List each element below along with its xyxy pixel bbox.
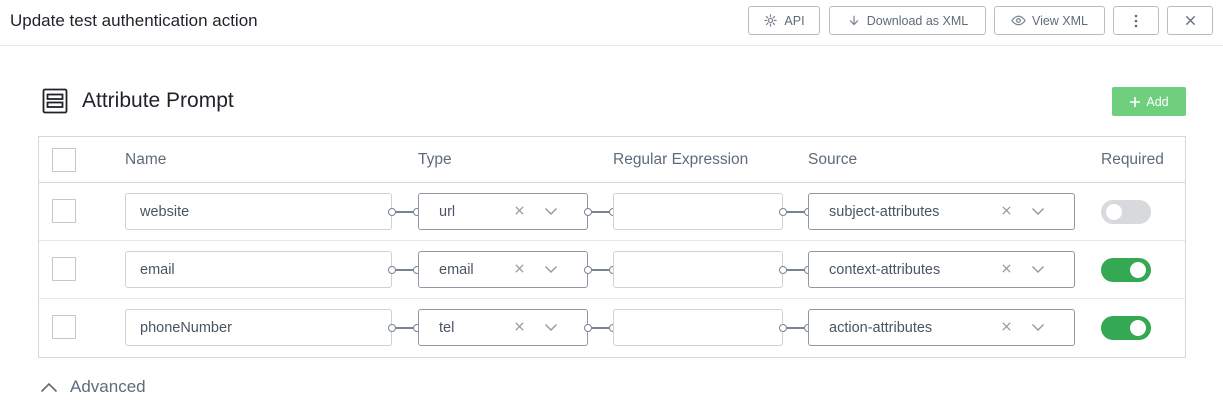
clear-icon[interactable] <box>514 205 525 216</box>
name-input[interactable]: email <box>125 251 392 288</box>
regex-input[interactable] <box>613 251 783 288</box>
source-select[interactable]: action-attributes <box>808 309 1075 346</box>
kebab-menu-icon <box>1134 14 1138 27</box>
source-select[interactable]: context-attributes <box>808 251 1075 288</box>
api-icon <box>764 14 778 27</box>
add-attribute-button-label: Add <box>1146 94 1169 109</box>
api-button[interactable]: API <box>748 6 820 35</box>
chevron-up-icon <box>40 382 58 392</box>
advanced-label: Advanced <box>70 377 146 396</box>
column-header-name: Name <box>125 151 167 168</box>
api-button-label: API <box>784 13 805 28</box>
required-toggle[interactable] <box>1101 200 1151 224</box>
clear-icon[interactable] <box>514 321 525 332</box>
row-checkbox[interactable] <box>52 199 76 223</box>
advanced-toggle[interactable]: Advanced <box>40 377 146 397</box>
chevron-down-icon[interactable] <box>1031 323 1045 332</box>
section-title: Attribute Prompt <box>82 89 234 112</box>
chevron-down-icon[interactable] <box>544 207 558 216</box>
chevron-down-icon[interactable] <box>544 265 558 274</box>
view-xml-button-label: View XML <box>1031 13 1089 28</box>
view-xml-button[interactable]: View XML <box>994 6 1105 35</box>
plus-icon <box>1130 96 1141 107</box>
required-toggle[interactable] <box>1101 258 1151 282</box>
regex-input[interactable] <box>613 193 783 230</box>
toggle-knob <box>1106 204 1122 220</box>
row-checkbox[interactable] <box>52 315 76 339</box>
type-select-value: email <box>439 261 474 278</box>
table-header: Name Type Regular Expression Source Requ… <box>39 137 1185 183</box>
add-attribute-button[interactable]: Add <box>1112 87 1186 116</box>
chevron-down-icon[interactable] <box>1031 207 1045 216</box>
source-select[interactable]: subject-attributes <box>808 193 1075 230</box>
toggle-knob <box>1130 320 1146 336</box>
column-header-source: Source <box>808 151 858 168</box>
more-options-button[interactable] <box>1113 6 1159 35</box>
column-header-regex: Regular Expression <box>613 151 749 168</box>
clear-icon[interactable] <box>1001 205 1012 216</box>
name-input[interactable]: phoneNumber <box>125 309 392 346</box>
download-xml-button-label: Download as XML <box>866 13 969 28</box>
column-header-required: Required <box>1101 151 1164 168</box>
chevron-down-icon[interactable] <box>1031 265 1045 274</box>
form-icon <box>42 88 68 114</box>
chevron-down-icon[interactable] <box>544 323 558 332</box>
clear-icon[interactable] <box>514 263 525 274</box>
column-header-type: Type <box>418 151 452 168</box>
clear-icon[interactable] <box>1001 321 1012 332</box>
download-xml-button[interactable]: Download as XML <box>829 6 986 35</box>
type-select[interactable]: email <box>418 251 588 288</box>
close-button[interactable] <box>1167 6 1213 35</box>
connector <box>388 208 421 216</box>
type-select[interactable]: tel <box>418 309 588 346</box>
type-select[interactable]: url <box>418 193 588 230</box>
connector <box>388 266 421 274</box>
eye-icon <box>1011 15 1026 26</box>
select-all-checkbox[interactable] <box>52 148 76 172</box>
page-title: Update test authentication action <box>10 11 258 30</box>
required-toggle[interactable] <box>1101 316 1151 340</box>
type-select-value: tel <box>439 319 455 336</box>
connector <box>388 324 421 332</box>
regex-input[interactable] <box>613 309 783 346</box>
top-bar: Update test authentication action API Do… <box>0 0 1223 46</box>
download-icon <box>849 15 859 25</box>
name-input[interactable]: website <box>125 193 392 230</box>
table-row: phoneNumber tel action-attributes <box>39 299 1185 357</box>
row-checkbox[interactable] <box>52 257 76 281</box>
toggle-knob <box>1130 262 1146 278</box>
attribute-table: Name Type Regular Expression Source Requ… <box>38 136 1186 358</box>
clear-icon[interactable] <box>1001 263 1012 274</box>
table-row: email email context-attributes <box>39 241 1185 299</box>
close-icon <box>1185 15 1195 26</box>
table-row: website url subject-attributes <box>39 183 1185 241</box>
type-select-value: url <box>439 203 456 220</box>
